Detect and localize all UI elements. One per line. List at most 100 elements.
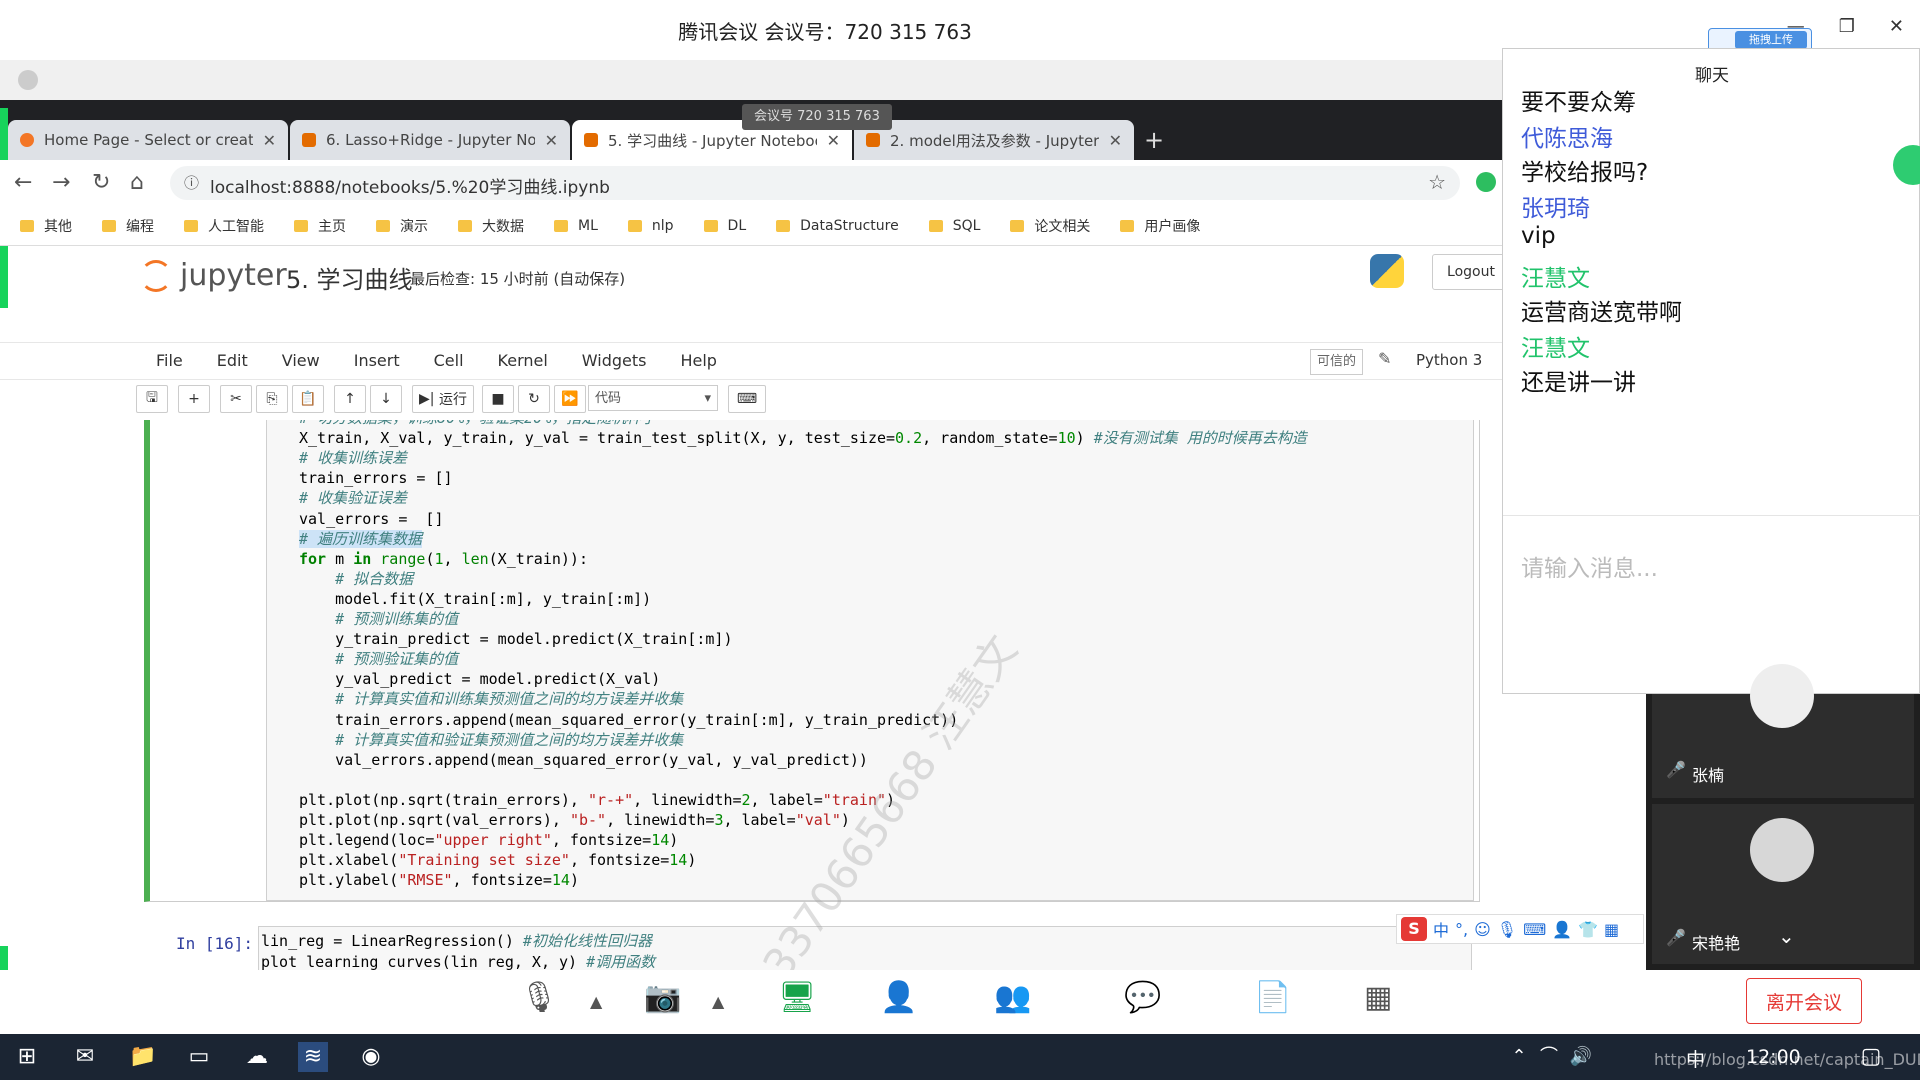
file-explorer-icon[interactable]: 📁 [128, 1042, 158, 1072]
home-icon[interactable]: ⌂ [130, 170, 144, 195]
menu-item[interactable]: View [282, 351, 320, 370]
bookmark-item[interactable]: nlp [627, 218, 674, 234]
grid-icon[interactable]: ▦ [1604, 920, 1619, 939]
windows-start-icon[interactable]: ⊞ [12, 1042, 42, 1072]
punctuation-icon[interactable]: °, [1455, 920, 1468, 939]
participants-icon[interactable]: 👥 [994, 980, 1031, 1015]
bookmark-item[interactable]: 人工智能 [184, 216, 264, 236]
bookmark-item[interactable]: 用户画像 [1120, 216, 1200, 236]
camera-options-icon[interactable]: ▲ [712, 992, 724, 1011]
restore-icon[interactable]: ❐ [1839, 16, 1855, 37]
menu-item[interactable]: Edit [217, 351, 248, 370]
menu-item[interactable]: Insert [354, 351, 400, 370]
keyboard-icon[interactable]: ⌨ [728, 385, 766, 413]
save-button[interactable]: 🖫 [136, 385, 168, 413]
restart-button[interactable]: ↻ [518, 385, 550, 413]
copy-button[interactable]: ⎘ [256, 385, 288, 413]
back-icon[interactable]: ← [14, 170, 32, 195]
chrome-icon[interactable]: ◉ [356, 1042, 386, 1072]
user-icon[interactable]: 👤 [1552, 920, 1572, 939]
skin-icon[interactable]: 👕 [1578, 920, 1598, 939]
video-tile[interactable]: 🎤 张楠 [1652, 664, 1914, 798]
bookmark-item[interactable]: 主页 [294, 216, 346, 236]
mic-muted-icon: 🎤 [1666, 760, 1686, 779]
menu-item[interactable]: Widgets [582, 351, 647, 370]
camera-off-icon[interactable]: 📷 [644, 980, 681, 1015]
tencent-meeting-icon[interactable]: ☁ [242, 1042, 272, 1072]
run-all-button[interactable]: ⏩ [554, 385, 586, 413]
reload-icon[interactable]: ↻ [92, 170, 110, 195]
chevron-down-icon[interactable]: ⌄ [1778, 924, 1795, 948]
stop-button[interactable]: ■ [482, 385, 514, 413]
bookmark-item[interactable]: DL [703, 218, 746, 234]
menu-item[interactable]: Cell [434, 351, 464, 370]
bookmark-item[interactable]: ML [554, 218, 598, 234]
document-icon[interactable]: 📄 [1254, 980, 1291, 1015]
code-line: # 拟合数据 [335, 569, 414, 588]
tab-close-icon[interactable]: ✕ [545, 131, 558, 150]
invite-icon[interactable]: 👤 [880, 980, 917, 1015]
run-button[interactable]: ▶| 运行 [412, 385, 474, 413]
volume-icon[interactable]: 🔊 [1566, 1042, 1596, 1072]
bookmark-item[interactable]: SQL [928, 218, 980, 234]
chat-icon[interactable]: 💬 [1124, 980, 1161, 1015]
code-line: train_errors = [] [299, 469, 453, 488]
notebook-name[interactable]: 5. 学习曲线 [286, 260, 413, 295]
star-icon[interactable]: ☆ [1428, 170, 1446, 194]
folder-icon [1120, 219, 1135, 232]
terminal-icon[interactable]: ▭ [184, 1042, 214, 1072]
menu-item[interactable]: File [156, 351, 183, 370]
close-icon[interactable]: ✕ [1889, 16, 1904, 37]
tab-close-icon[interactable]: ✕ [1109, 131, 1122, 150]
logout-button[interactable]: Logout [1432, 254, 1510, 290]
move-up-button[interactable]: ↑ [334, 385, 366, 413]
tab-lasso-ridge[interactable]: 6. Lasso+Ridge - Jupyter Note ✕ [290, 120, 570, 160]
move-down-button[interactable]: ↓ [370, 385, 402, 413]
chat-input[interactable]: 请输入消息... [1521, 549, 1658, 583]
info-icon[interactable]: ⓘ [184, 172, 199, 193]
app-icon[interactable]: ≋ [298, 1042, 328, 1072]
bookmark-item[interactable]: 论文相关 [1010, 216, 1090, 236]
jupyter-logo[interactable]: jupyter [140, 258, 287, 293]
cut-button[interactable]: ✂ [220, 385, 252, 413]
tab-model-usage[interactable]: 2. model用法及参数 - Jupyter N ✕ [854, 120, 1134, 160]
tab-close-icon[interactable]: ✕ [827, 131, 840, 150]
folder-icon [458, 219, 472, 232]
paste-button[interactable]: 📋 [292, 385, 324, 413]
forward-icon[interactable]: → [52, 170, 70, 195]
bookmark-item[interactable]: 大数据 [458, 216, 524, 236]
bookmark-item[interactable]: 编程 [102, 216, 154, 236]
code-cell-selected[interactable]: # 切分数据集，训练80%，验证集20%，指定随机种子X_train, X_va… [144, 420, 1480, 902]
emoji-icon[interactable]: ☺ [1474, 920, 1491, 939]
menu-item[interactable]: Help [680, 351, 716, 370]
keyboard-icon[interactable]: ⌨ [1523, 920, 1546, 939]
minimize-icon[interactable]: — [1787, 16, 1805, 37]
menu-item[interactable]: Kernel [498, 351, 548, 370]
trusted-badge[interactable]: 可信的 [1310, 349, 1364, 375]
new-tab-button[interactable]: + [1136, 120, 1172, 160]
code-line: # 切分数据集，训练80%，验证集20%，指定随机种子 [299, 420, 656, 428]
ime-toolbar[interactable]: S 中 °, ☺ 🎙 ⌨ 👤 👕 ▦ [1396, 914, 1644, 944]
mic-options-icon[interactable]: ▲ [590, 992, 602, 1011]
mail-icon[interactable]: ✉ [70, 1042, 100, 1072]
url-field[interactable]: ⓘ localhost:8888/notebooks/5.%20学习曲线.ipy… [170, 166, 1460, 200]
insert-cell-button[interactable]: + [178, 385, 210, 413]
bookmark-item[interactable]: DataStructure [776, 218, 899, 234]
evernote-icon[interactable] [1476, 172, 1496, 192]
tray-expand-icon[interactable]: ⌃ [1504, 1042, 1534, 1072]
tab-close-icon[interactable]: ✕ [263, 131, 276, 150]
mic-muted-icon[interactable]: 🎙 [520, 980, 558, 1015]
edit-pencil-icon[interactable]: ✎ [1378, 349, 1391, 368]
bookmark-item[interactable]: 演示 [376, 216, 428, 236]
tab-home[interactable]: Home Page - Select or create ✕ [8, 120, 288, 160]
code-line: # 预测训练集的值 [335, 610, 459, 628]
screen-share-icon[interactable]: 🖥 [778, 980, 816, 1015]
leave-meeting-button[interactable]: 离开会议 [1746, 978, 1862, 1024]
cell-type-select[interactable]: 代码 ▾ [588, 385, 718, 411]
wifi-icon[interactable]: ⌒ [1534, 1042, 1564, 1072]
mic-icon[interactable]: 🎙 [1497, 920, 1517, 939]
ime-mode[interactable]: 中 [1433, 917, 1449, 941]
video-tile[interactable]: 🎤 宋艳艳 ⌄ [1652, 804, 1914, 964]
apps-icon[interactable]: ▦ [1364, 980, 1392, 1015]
bookmark-item[interactable]: 其他 [20, 216, 72, 236]
